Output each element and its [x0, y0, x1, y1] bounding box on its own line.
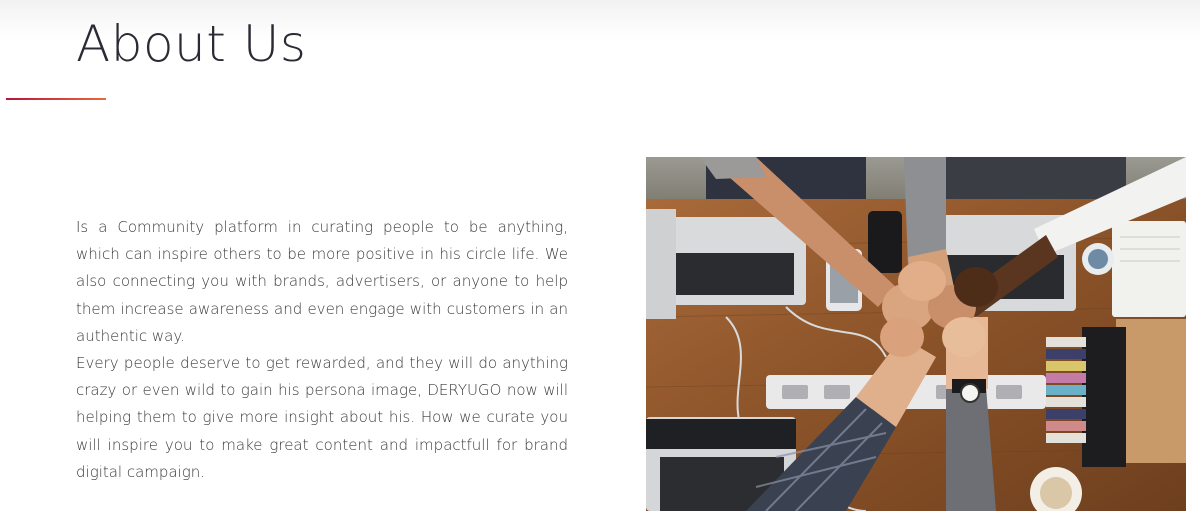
- title-divider: [6, 98, 106, 100]
- about-paragraph-2: Every people deserve to get rewarded, an…: [76, 354, 568, 481]
- team-photo: [646, 157, 1186, 511]
- about-description: Is a Community platform in curating peop…: [76, 214, 568, 486]
- about-paragraph-1: Is a Community platform in curating peop…: [76, 218, 568, 345]
- about-page: About Us Is a Community platform in cura…: [0, 0, 1200, 526]
- page-title: About Us: [76, 15, 307, 73]
